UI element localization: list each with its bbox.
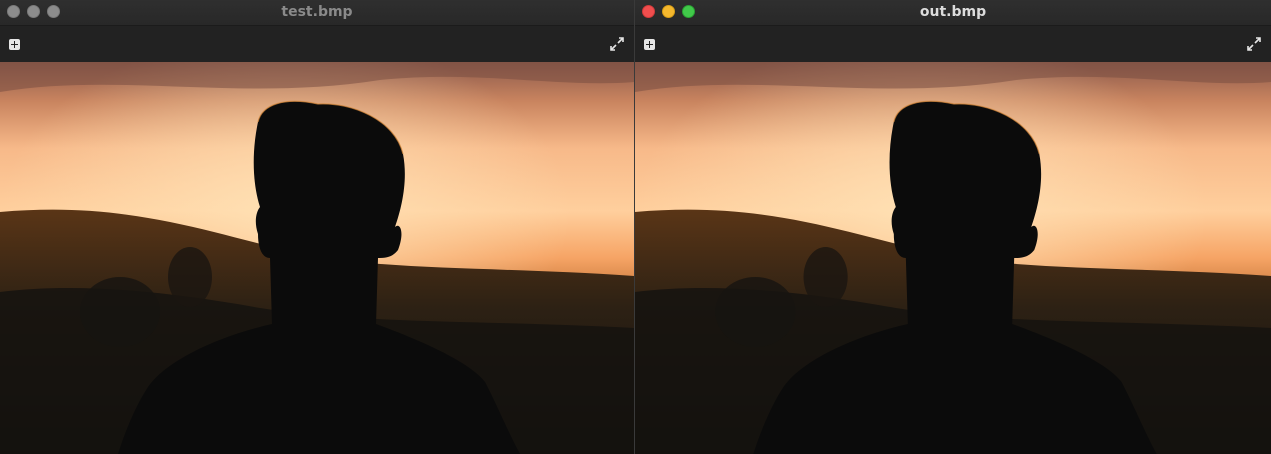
add-square-icon — [8, 38, 20, 50]
window-toolbar — [0, 26, 634, 62]
window-title: out.bmp — [919, 4, 987, 20]
sunset-silhouette-image — [635, 62, 1271, 454]
fullscreen-button[interactable] — [1247, 37, 1261, 51]
window-title: test.bmp — [281, 4, 353, 20]
sunset-silhouette-image — [0, 62, 634, 454]
expand-icon — [610, 37, 624, 51]
window-titlebar[interactable]: test.bmp — [0, 0, 634, 26]
expand-icon — [1247, 37, 1261, 51]
image-window-test[interactable]: test.bmp — [0, 0, 634, 454]
add-button[interactable] — [7, 37, 21, 51]
image-viewport[interactable] — [635, 62, 1271, 454]
image-viewport[interactable] — [0, 62, 634, 454]
add-square-icon — [643, 38, 655, 50]
window-toolbar — [635, 26, 1271, 62]
image-window-out[interactable]: out.bmp — [635, 0, 1271, 454]
add-button[interactable] — [642, 37, 656, 51]
window-titlebar[interactable]: out.bmp — [635, 0, 1271, 26]
fullscreen-button[interactable] — [610, 37, 624, 51]
desktop: test.bmp out.bmp — [0, 0, 1271, 454]
